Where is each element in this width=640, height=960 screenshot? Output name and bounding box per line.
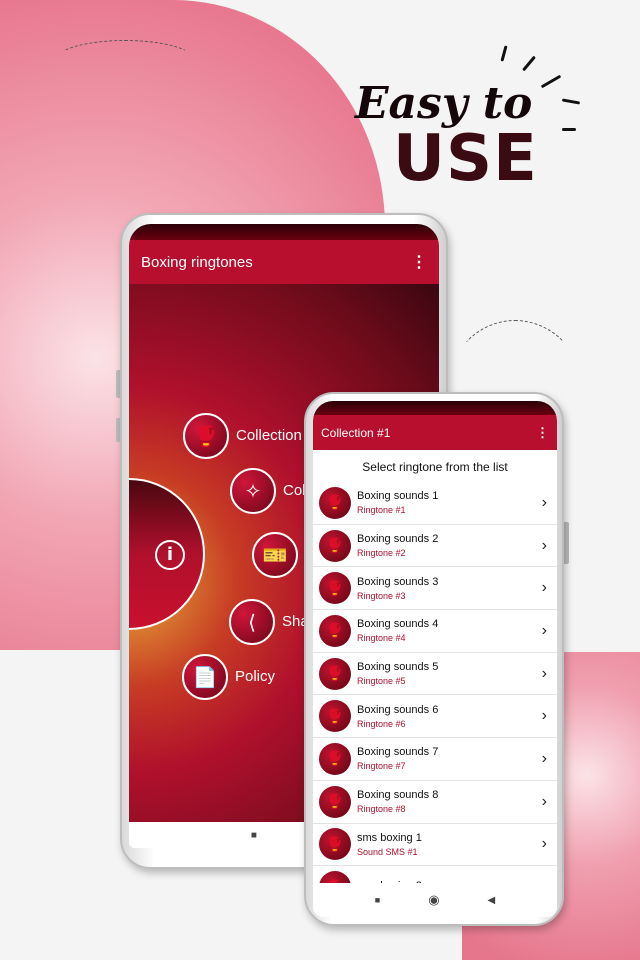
boxing-glove-icon: 🥊 (319, 657, 351, 690)
list-item[interactable]: 🥊 Boxing sounds 2 Ringtone #2 › (313, 525, 557, 568)
status-bar (313, 401, 557, 415)
list-item[interactable]: 🥊 sms boxing 2 › (313, 866, 557, 883)
chevron-right-icon: › (541, 749, 547, 767)
item-title: Boxing sounds 7 (357, 746, 439, 759)
list-item[interactable]: 🥊 Boxing sounds 6 Ringtone #6 › (313, 695, 557, 739)
boxing-glove-icon: 🥊 (319, 529, 351, 562)
item-title: Boxing sounds 5 (357, 661, 439, 674)
boxing-glove-icon: 🥊 (319, 572, 351, 605)
item-subtitle: Ringtone #5 (357, 676, 406, 687)
more-vert-icon[interactable]: ⋮ (536, 425, 549, 441)
decorative-ray (522, 55, 536, 72)
item-subtitle: Ringtone #8 (357, 804, 406, 815)
menu-label-policy[interactable]: Policy (235, 668, 275, 685)
policy-document-icon[interactable]: 📄 (182, 654, 228, 700)
boxing-glove-icon: 🥊 (319, 614, 351, 647)
app-title: Collection #1 (321, 425, 391, 440)
recent-apps-button[interactable]: ■ (375, 895, 380, 905)
share-icon[interactable]: ⟨ (229, 599, 275, 645)
list-screen: Collection #1 ⋮ Select ringtone from the… (313, 401, 557, 917)
boxing-gloves-icon[interactable]: ✧ (230, 468, 276, 514)
boxing-glove-icon: 🥊 (319, 785, 351, 818)
list-item[interactable]: 🥊 Boxing sounds 8 Ringtone #8 › (313, 781, 557, 824)
list-item[interactable]: 🥊 Boxing sounds 4 Ringtone #4 › (313, 610, 557, 653)
app-bar: Boxing ringtones ⋮ (129, 240, 439, 284)
boxing-glove-icon[interactable]: 🥊 (183, 413, 229, 459)
info-icon: i (155, 540, 185, 570)
chevron-right-icon: › (541, 536, 547, 554)
chevron-right-icon: › (541, 792, 547, 810)
item-subtitle: Ringtone #3 (357, 590, 406, 601)
list-item[interactable]: 🥊 Boxing sounds 5 Ringtone #5 › (313, 653, 557, 696)
item-subtitle: Ringtone #6 (357, 718, 406, 729)
decorative-ray (500, 45, 508, 62)
list-phone: Collection #1 ⋮ Select ringtone from the… (304, 392, 564, 926)
recent-apps-button[interactable]: ■ (251, 830, 257, 841)
home-button[interactable]: ◉ (428, 892, 439, 908)
chevron-right-icon: › (541, 835, 547, 853)
item-subtitle: Ringtone #2 (357, 548, 406, 559)
item-title: Boxing sounds 8 (357, 789, 439, 802)
headline-line2: USE (393, 122, 538, 196)
boxing-glove-icon: 🥊 (319, 700, 351, 733)
back-button[interactable]: ◀ (488, 895, 496, 906)
boxing-glove-icon: 🥊 (319, 828, 351, 861)
list-item[interactable]: 🥊 Boxing sounds 7 Ringtone #7 › (313, 738, 557, 781)
chevron-right-icon: › (541, 621, 547, 639)
decorative-ray (562, 128, 576, 131)
info-button[interactable]: i (129, 478, 205, 630)
ticket-icon[interactable]: 🎫 (252, 532, 298, 578)
chevron-right-icon: › (541, 664, 547, 682)
app-title: Boxing ringtones (141, 253, 253, 271)
nav-bar: ■ ◉ ◀ (313, 883, 557, 917)
item-title: Boxing sounds 6 (357, 703, 439, 716)
item-title: Boxing sounds 3 (357, 575, 439, 588)
list-item[interactable]: 🥊 Boxing sounds 1 Ringtone #1 › (313, 482, 557, 525)
boxing-glove-icon: 🥊 (319, 871, 351, 883)
decorative-dash (55, 40, 195, 80)
item-title: Boxing sounds 4 (357, 618, 439, 631)
item-subtitle: Ringtone #1 (357, 505, 406, 516)
list-heading: Select ringtone from the list (362, 460, 508, 474)
list-item[interactable]: 🥊 Boxing sounds 3 Ringtone #3 › (313, 567, 557, 611)
decorative-ray (561, 98, 581, 105)
boxing-glove-icon: 🥊 (319, 486, 351, 519)
item-title: sms boxing 1 (357, 831, 422, 844)
decorative-ray (540, 74, 562, 89)
item-title: Boxing sounds 2 (357, 533, 439, 546)
ringtone-list[interactable]: Select ringtone from the list 🥊 Boxing s… (313, 450, 557, 883)
item-subtitle: Ringtone #4 (357, 633, 406, 644)
item-subtitle: Ringtone #7 (357, 761, 406, 772)
more-vert-icon[interactable]: ⋮ (411, 252, 427, 272)
app-bar: Collection #1 ⋮ (313, 415, 557, 450)
chevron-right-icon: › (541, 493, 547, 511)
item-subtitle: Sound SMS #1 (357, 846, 418, 857)
boxing-glove-icon: 🥊 (319, 742, 351, 775)
chevron-right-icon: › (541, 707, 547, 725)
item-title: Boxing sounds 1 (357, 490, 439, 503)
status-bar (129, 224, 439, 240)
list-item[interactable]: 🥊 sms boxing 1 Sound SMS #1 › (313, 824, 557, 867)
chevron-right-icon: › (541, 579, 547, 597)
